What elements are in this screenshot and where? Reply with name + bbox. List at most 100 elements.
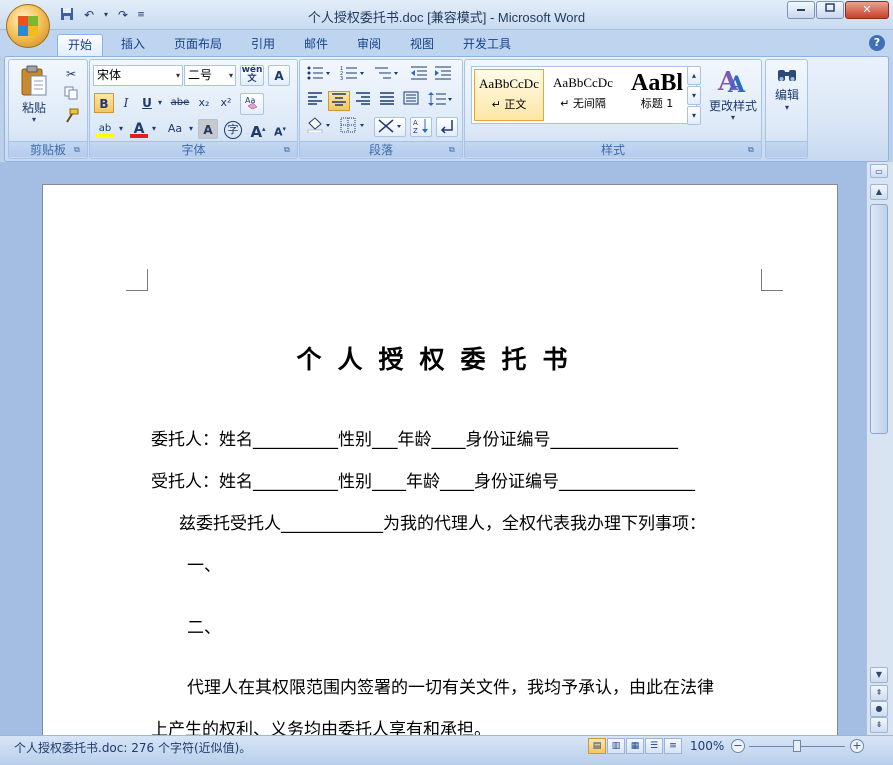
- maximize-button[interactable]: [816, 1, 844, 19]
- show-marks-icon[interactable]: [436, 117, 458, 137]
- font-group-label: 字体: [90, 141, 297, 157]
- chevron-down-icon[interactable]: ▾: [116, 119, 126, 139]
- tab-home[interactable]: 开始: [57, 34, 103, 56]
- paste-button[interactable]: 粘贴 ▾: [15, 64, 53, 132]
- scroll-down-icon[interactable]: ▼: [870, 667, 888, 683]
- chevron-down-icon: ▾: [730, 113, 735, 122]
- full-screen-reading-icon[interactable]: ▥: [607, 738, 625, 754]
- underline-button[interactable]: U: [138, 93, 156, 113]
- grow-font-button[interactable]: A▴: [248, 119, 268, 141]
- tab-developer[interactable]: 开发工具: [452, 34, 522, 56]
- shrink-font-button[interactable]: A▾: [270, 119, 290, 139]
- status-bar: 个人授权委托书.doc: 276 个字符(近似值)。 ▤ ▥ ▦ ☰ ≡ 100…: [0, 735, 893, 765]
- line-spacing-icon[interactable]: [426, 91, 456, 111]
- dialog-launcher-icon[interactable]: ⧉: [748, 145, 758, 155]
- distributed-icon[interactable]: [400, 91, 422, 111]
- tab-page-layout[interactable]: 页面布局: [166, 34, 230, 56]
- chevron-down-icon[interactable]: ▾: [155, 93, 165, 113]
- font-color-button[interactable]: A: [128, 119, 150, 139]
- clear-formatting-icon[interactable]: Aa: [240, 93, 264, 115]
- tab-insert[interactable]: 插入: [110, 34, 156, 56]
- web-layout-icon[interactable]: ▦: [626, 738, 644, 754]
- zoom-slider-thumb[interactable]: [793, 740, 801, 752]
- style-name: ↵ 无间隔: [560, 97, 606, 110]
- justify-icon[interactable]: [376, 91, 398, 111]
- svg-text:A: A: [727, 72, 746, 96]
- tab-view[interactable]: 视图: [399, 34, 445, 56]
- select-browse-object-icon[interactable]: ●: [870, 701, 888, 717]
- font-name-combo[interactable]: 宋体 ▾: [93, 65, 183, 86]
- sort-icon[interactable]: AZ: [410, 117, 432, 137]
- borders-icon[interactable]: [338, 117, 368, 137]
- dialog-launcher-icon[interactable]: ⧉: [284, 145, 294, 155]
- ruler-toggle-icon[interactable]: ▭: [870, 164, 888, 178]
- cut-icon[interactable]: ✂: [61, 64, 81, 84]
- font-size-value: 二号: [188, 68, 213, 82]
- style-normal[interactable]: AaBbCcDc ↵ 正文: [474, 69, 544, 121]
- dialog-launcher-icon[interactable]: ⧉: [449, 145, 459, 155]
- phonetic-guide-button[interactable]: wén 文: [240, 65, 264, 86]
- outline-view-icon[interactable]: ☰: [645, 738, 663, 754]
- align-center-icon[interactable]: [328, 91, 350, 111]
- zoom-in-button[interactable]: +: [850, 739, 864, 753]
- change-styles-button[interactable]: A A 更改样式 ▾: [707, 64, 759, 134]
- strikethrough-button[interactable]: abe: [168, 93, 192, 113]
- editing-button[interactable]: 编辑 ▾: [768, 66, 806, 136]
- title-bar: ↶ ▾ ↷ ≡ 个人授权委托书.doc [兼容模式] - Microsoft W…: [0, 0, 893, 30]
- asian-layout-icon[interactable]: [374, 117, 406, 137]
- numbering-icon[interactable]: 123: [338, 65, 368, 85]
- align-left-icon[interactable]: [304, 91, 326, 111]
- scroll-up-icon[interactable]: ▲: [870, 184, 888, 200]
- scroll-thumb[interactable]: [870, 204, 888, 434]
- increase-indent-icon[interactable]: [432, 65, 454, 85]
- enclose-characters-button[interactable]: 字: [222, 119, 244, 139]
- italic-button[interactable]: I: [117, 93, 135, 113]
- close-button[interactable]: ✕: [845, 1, 889, 19]
- gallery-more[interactable]: ▾: [687, 106, 701, 125]
- character-border-button[interactable]: A: [268, 65, 290, 86]
- help-icon[interactable]: ?: [869, 35, 885, 51]
- gallery-scroll-up[interactable]: ▴: [687, 66, 701, 85]
- multilevel-list-icon[interactable]: [372, 65, 402, 85]
- draft-view-icon[interactable]: ≡: [664, 738, 682, 754]
- chevron-down-icon[interactable]: ▾: [186, 119, 196, 139]
- subscript-button[interactable]: x₂: [194, 93, 214, 113]
- highlight-button[interactable]: ab: [94, 119, 116, 139]
- superscript-button[interactable]: x²: [216, 93, 236, 113]
- dialog-launcher-icon[interactable]: ⧉: [74, 145, 84, 155]
- vertical-scrollbar[interactable]: ▭ ▲ ▼ ⇞ ● ⇟: [866, 162, 893, 735]
- document-line: 委托人：姓名__________性别___年龄____身份证编号________…: [151, 430, 678, 450]
- minimize-button[interactable]: [787, 1, 815, 19]
- print-layout-view-icon[interactable]: ▤: [588, 738, 606, 754]
- bold-button[interactable]: B: [94, 93, 114, 113]
- format-painter-icon[interactable]: [61, 108, 81, 128]
- decrease-indent-icon[interactable]: [408, 65, 430, 85]
- document-page[interactable]: 个人授权委托书 委托人：姓名__________性别___年龄____身份证编号…: [42, 184, 838, 735]
- next-page-icon[interactable]: ⇟: [870, 717, 888, 733]
- character-shading-button[interactable]: A: [198, 119, 218, 139]
- style-no-spacing[interactable]: AaBbCcDc ↵ 无间隔: [548, 69, 618, 121]
- bullets-icon[interactable]: [304, 65, 334, 85]
- tab-review[interactable]: 审阅: [346, 34, 392, 56]
- copy-icon[interactable]: [61, 86, 81, 106]
- document-line: 上产生的权利、义务均由委托人享有和承担。: [151, 720, 491, 735]
- tab-references[interactable]: 引用: [240, 34, 286, 56]
- align-right-icon[interactable]: [352, 91, 374, 111]
- shading-icon[interactable]: [304, 117, 334, 137]
- font-color-bar: [130, 134, 148, 138]
- change-case-button[interactable]: Aa: [162, 119, 188, 139]
- paragraph-group-label: 段落: [300, 141, 462, 157]
- enclose-label: 字: [224, 121, 242, 139]
- zoom-level[interactable]: 100%: [690, 739, 724, 753]
- office-button[interactable]: [6, 4, 50, 48]
- word-count-status[interactable]: 个人授权委托书.doc: 276 个字符(近似值)。: [14, 739, 251, 756]
- styles-group: AaBbCcDc ↵ 正文 AaBbCcDc ↵ 无间隔 AaBl 标题 1 ▴…: [464, 59, 762, 159]
- zoom-out-button[interactable]: −: [731, 739, 745, 753]
- font-size-combo[interactable]: 二号 ▾: [184, 65, 236, 86]
- previous-page-icon[interactable]: ⇞: [870, 685, 888, 701]
- chevron-down-icon[interactable]: ▾: [149, 119, 159, 139]
- style-heading-1[interactable]: AaBl 标题 1: [622, 69, 692, 121]
- tab-mailings[interactable]: 邮件: [293, 34, 339, 56]
- style-name: 标题 1: [640, 97, 674, 110]
- gallery-scroll-down[interactable]: ▾: [687, 86, 701, 105]
